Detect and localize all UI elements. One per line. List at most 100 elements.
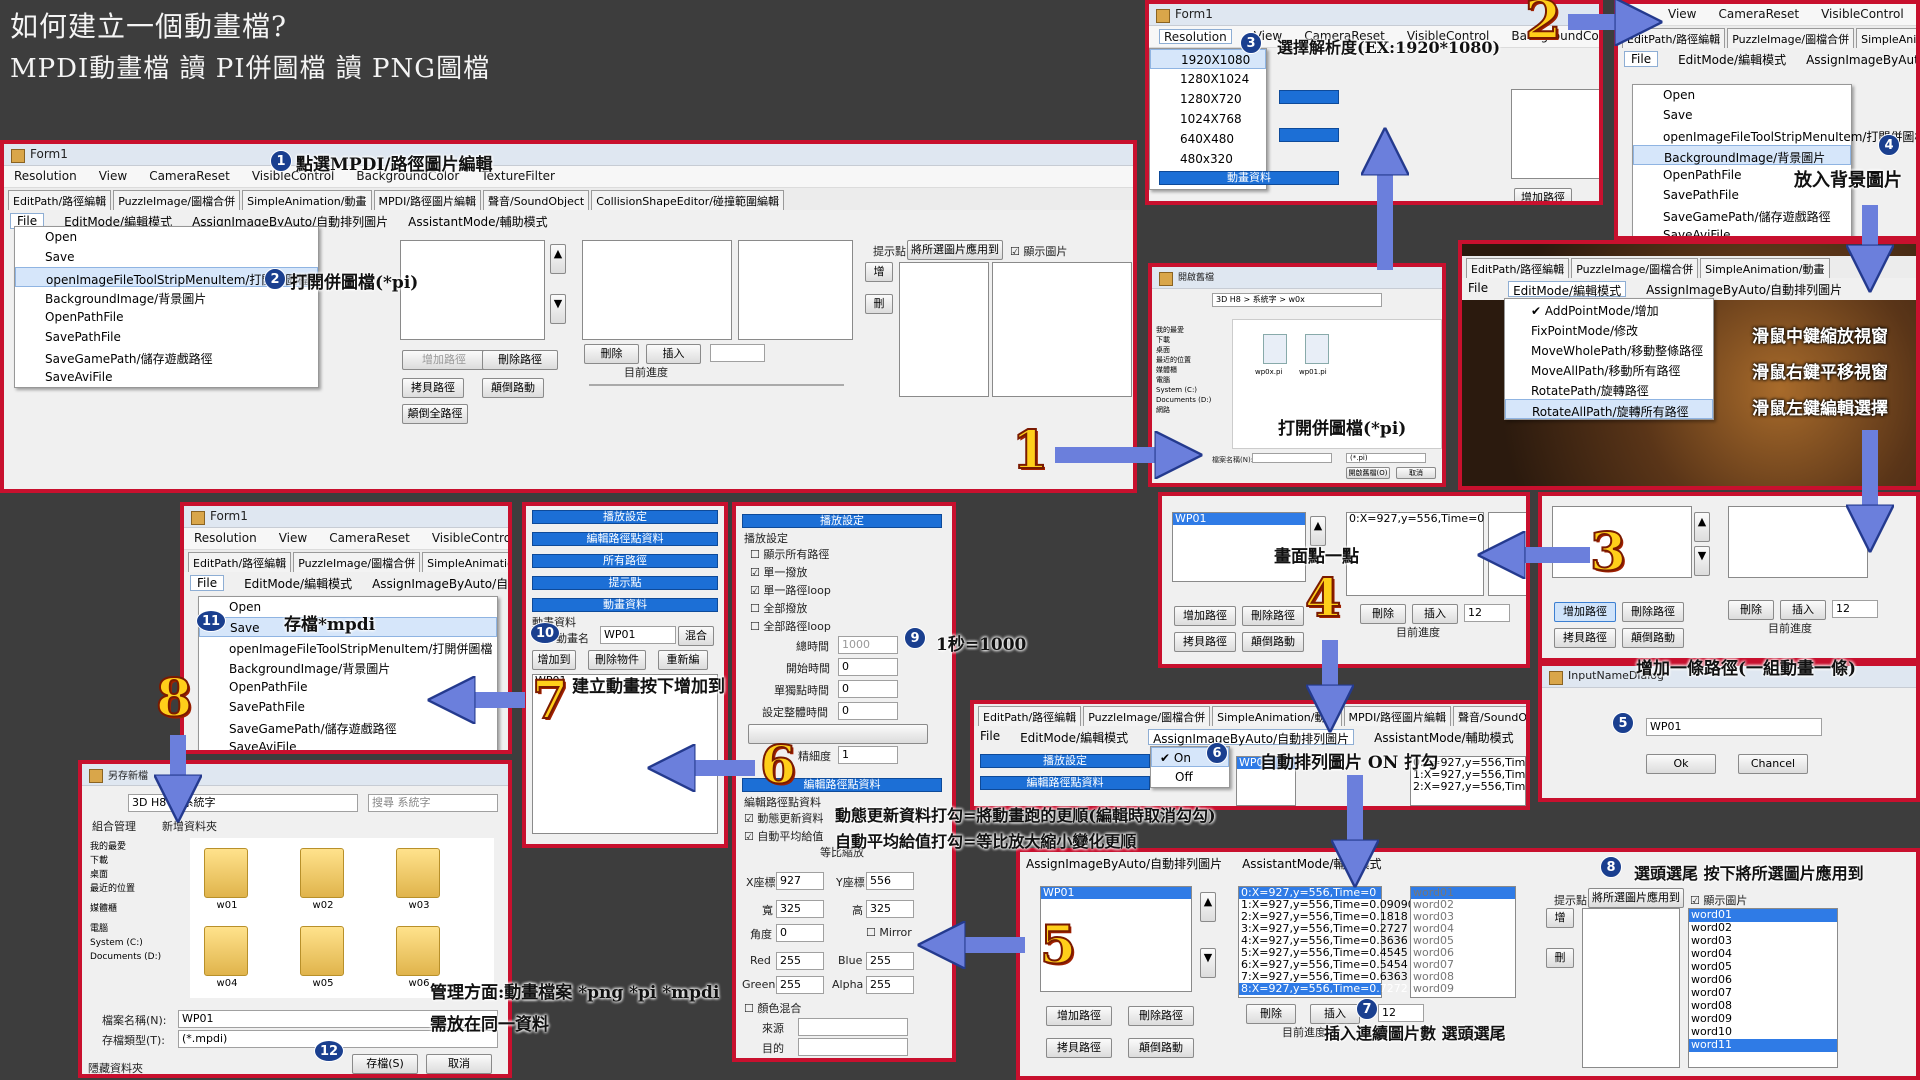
add-small-button[interactable]: 增 <box>1546 908 1574 928</box>
file-menu-save-avi[interactable]: SaveAviFile <box>15 367 318 387</box>
image-listbox[interactable] <box>1511 89 1599 179</box>
copy-path-button[interactable]: 拷貝路徑 <box>1174 632 1236 652</box>
file-menu-open-path[interactable]: OpenPathFile <box>15 307 318 327</box>
opt-single-loop[interactable]: ☑ 單一路徑loop <box>750 582 831 598</box>
dialog-cancel-button[interactable]: Chancel <box>1738 754 1808 774</box>
remove-small-button[interactable]: 刪 <box>1546 948 1574 968</box>
res-1280x1024[interactable]: 1280X1024 <box>1150 69 1266 89</box>
res-640[interactable]: 640X480 <box>1150 129 1266 149</box>
source-select[interactable] <box>798 1018 908 1036</box>
auto-assign-off[interactable]: Off <box>1151 767 1229 787</box>
menu-file[interactable]: File <box>1468 281 1488 297</box>
edit-rotate-path[interactable]: RotatePath/旋轉路徑 <box>1505 379 1713 399</box>
delete-point-button[interactable]: 刪除 <box>1360 604 1406 624</box>
file-menu-save-avi[interactable]: SaveAviFile <box>199 737 497 750</box>
opt-single[interactable]: ☑ 單一撥放 <box>750 564 807 580</box>
menu-visible-control[interactable]: VisibleControl <box>432 531 508 546</box>
tab-puzzle-image[interactable]: PuzzleImage/圖檔合併 <box>293 552 421 572</box>
delete-point-button[interactable]: 刪除 <box>1246 1004 1296 1024</box>
dialog-ok-button[interactable]: Ok <box>1646 754 1716 774</box>
folder-icon[interactable] <box>300 926 344 976</box>
delete-point-button[interactable]: 刪除 <box>1728 600 1774 620</box>
tab-mpdi[interactable]: MPDI/路徑圖片編輯 <box>1343 706 1452 726</box>
alpha-field[interactable]: 255 <box>866 976 914 994</box>
edit-move-whole[interactable]: MoveWholePath/移動整條路徑 <box>1505 339 1713 359</box>
dest-select[interactable] <box>798 1038 908 1056</box>
menu-assign-image[interactable]: AssignImageByAuto/自動排列圖片 <box>372 575 508 591</box>
file-menu-save-path[interactable]: SavePathFile <box>199 697 497 717</box>
menu-visible-control[interactable]: VisibleControl <box>1821 7 1904 22</box>
menu-assistant[interactable]: AssistantMode/輔助模式 <box>1374 729 1513 745</box>
add-path-button[interactable]: 增加路徑 <box>402 350 486 370</box>
tab-puzzle-image[interactable]: PuzzleImage/圖檔合併 <box>113 190 241 210</box>
reverse-path-button[interactable]: 顛倒路動 <box>1622 628 1684 648</box>
color-mix-checkbox[interactable]: ☐ 顏色混合 <box>744 1000 801 1016</box>
tab-puzzle-image[interactable]: PuzzleImage/圖檔合併 <box>1727 28 1855 48</box>
del-object-button[interactable]: 刪除物件 <box>588 650 646 670</box>
h-field[interactable]: 325 <box>866 900 914 918</box>
save-cancel-button[interactable]: 取消 <box>426 1054 492 1074</box>
save-path-field[interactable]: 3D H8 > 系統字 <box>128 794 358 812</box>
anim-name-field[interactable]: WP01 <box>600 626 676 644</box>
folder-icon[interactable] <box>396 848 440 898</box>
point-listbox[interactable]: 0:X=927,y=556,Time=0 <box>1346 512 1484 596</box>
tab-puzzle-image[interactable]: PuzzleImage/圖檔合併 <box>1571 258 1699 278</box>
folder-icon[interactable] <box>204 848 248 898</box>
set-all-time-field[interactable]: 0 <box>838 702 898 720</box>
menu-camera-reset[interactable]: CameraReset <box>149 169 230 184</box>
folder-icon[interactable] <box>300 848 344 898</box>
file-menu-open-image[interactable]: openImageFileToolStripMenuItem/打開併圖檔 <box>1633 125 1916 145</box>
rename-button[interactable]: 重新編 <box>658 650 708 670</box>
res-1280x720[interactable]: 1280X720 <box>1150 89 1266 109</box>
copy-path-button[interactable]: 拷貝路徑 <box>1046 1038 1112 1058</box>
menu-assign-image[interactable]: AssignImageByAuto/自動排列圖片 <box>1806 51 1916 67</box>
delete-path-button[interactable]: 刪除路徑 <box>1128 1006 1194 1026</box>
organize-button[interactable]: 組合管理 <box>92 818 136 834</box>
copy-path-button[interactable]: 拷貝路徑 <box>1554 628 1616 648</box>
tab-simple-animation[interactable]: SimpleAnimation/動畫 <box>422 552 508 572</box>
open-cancel-button[interactable]: 取消 <box>1396 467 1436 479</box>
apply-selected-button[interactable]: 將所選圖片應用到 <box>907 240 1003 260</box>
word-listbox[interactable]: word01 word02 word03 word04 word05 word06 word… <box>1688 908 1838 1068</box>
mirror-checkbox[interactable]: ☐ Mirror <box>866 926 912 939</box>
path-item[interactable]: WP01 <box>1173 513 1305 525</box>
opt-all[interactable]: ☐ 全部撥放 <box>750 600 807 616</box>
delete-path-button[interactable]: 刪除路徑 <box>1622 602 1684 622</box>
menu-resolution[interactable]: Resolution <box>194 531 257 546</box>
menu-resolution[interactable]: Resolution <box>14 169 77 184</box>
save-folder-area[interactable]: w01 w02 w03 w04 w05 w06 <box>190 838 494 998</box>
add-small-button[interactable]: 增 <box>865 262 893 282</box>
move-up-button[interactable]: ▲ <box>550 244 566 274</box>
show-image-checkbox[interactable]: ☑ 顯示圖片 <box>1690 892 1747 908</box>
opt-show-all[interactable]: ☐ 顯示所有路徑 <box>750 546 829 562</box>
file-menu-background[interactable]: BackgroundImage/背景圖片 <box>1633 145 1851 165</box>
point-listbox[interactable] <box>582 240 732 340</box>
apply-selected-button[interactable]: 將所選圖片應用到 <box>1588 888 1684 908</box>
move-down-button[interactable]: ▼ <box>1200 948 1216 978</box>
open-filename-field[interactable] <box>1252 453 1332 463</box>
tab-edit-path[interactable]: EditPath/路徑編輯 <box>1622 28 1726 48</box>
edit-rotate-all[interactable]: RotateAllPath/旋轉所有路徑 <box>1505 399 1713 419</box>
file-menu-save[interactable]: Save <box>15 247 318 267</box>
opt-all-loop[interactable]: ☐ 全部路徑loop <box>750 618 831 634</box>
move-down-button[interactable]: ▼ <box>1694 546 1710 576</box>
pi-file-icon[interactable] <box>1305 334 1329 364</box>
file-menu-background[interactable]: BackgroundImage/背景圖片 <box>199 657 497 677</box>
start-time-field[interactable]: 0 <box>838 658 898 676</box>
menu-view[interactable]: View <box>279 531 307 546</box>
red-field[interactable]: 255 <box>776 952 824 970</box>
move-down-button[interactable]: ▼ <box>550 294 566 324</box>
insert-count-field[interactable]: 12 <box>1464 604 1510 622</box>
menu-view[interactable]: View <box>1668 7 1696 22</box>
point-item[interactable]: 0:X=927,y=556,Time=0 <box>1347 513 1484 525</box>
green-field[interactable]: 255 <box>776 976 824 994</box>
tab-simple-animation[interactable]: SimpleAnimation/動畫 <box>242 190 372 210</box>
add-path-button[interactable]: 增加路徑 <box>1046 1006 1112 1026</box>
file-menu-save-game-path[interactable]: SaveGamePath/儲存遊戲路徑 <box>15 347 318 367</box>
file-menu-open[interactable]: Open <box>15 227 318 247</box>
file-menu-open-image[interactable]: openImageFileToolStripMenuItem/打開併圖檔 <box>199 637 497 657</box>
file-menu-save-game-path[interactable]: SaveGamePath/儲存遊戲路徑 <box>199 717 497 737</box>
tab-sound[interactable]: 聲音/SoundObject <box>1453 706 1526 726</box>
tab-simple-animation[interactable]: SimpleAnimation/動畫 <box>1700 258 1830 278</box>
save-confirm-button[interactable]: 存檔(S) <box>352 1054 418 1074</box>
